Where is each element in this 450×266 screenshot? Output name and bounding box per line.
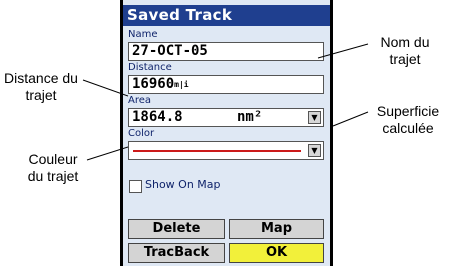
annotation-superficie: Superficie calculée [376, 103, 440, 136]
callout-line-name [317, 43, 369, 59]
callout-line-area [332, 111, 369, 127]
callout-line-color [86, 146, 129, 161]
callout-line-distance [82, 79, 129, 97]
annotation-couleur: Couleur du trajet [27, 151, 79, 184]
annotation-nom-du-trajet: Nom du trajet [380, 34, 430, 67]
annotation-distance-du-trajet: Distance du trajet [4, 70, 78, 103]
